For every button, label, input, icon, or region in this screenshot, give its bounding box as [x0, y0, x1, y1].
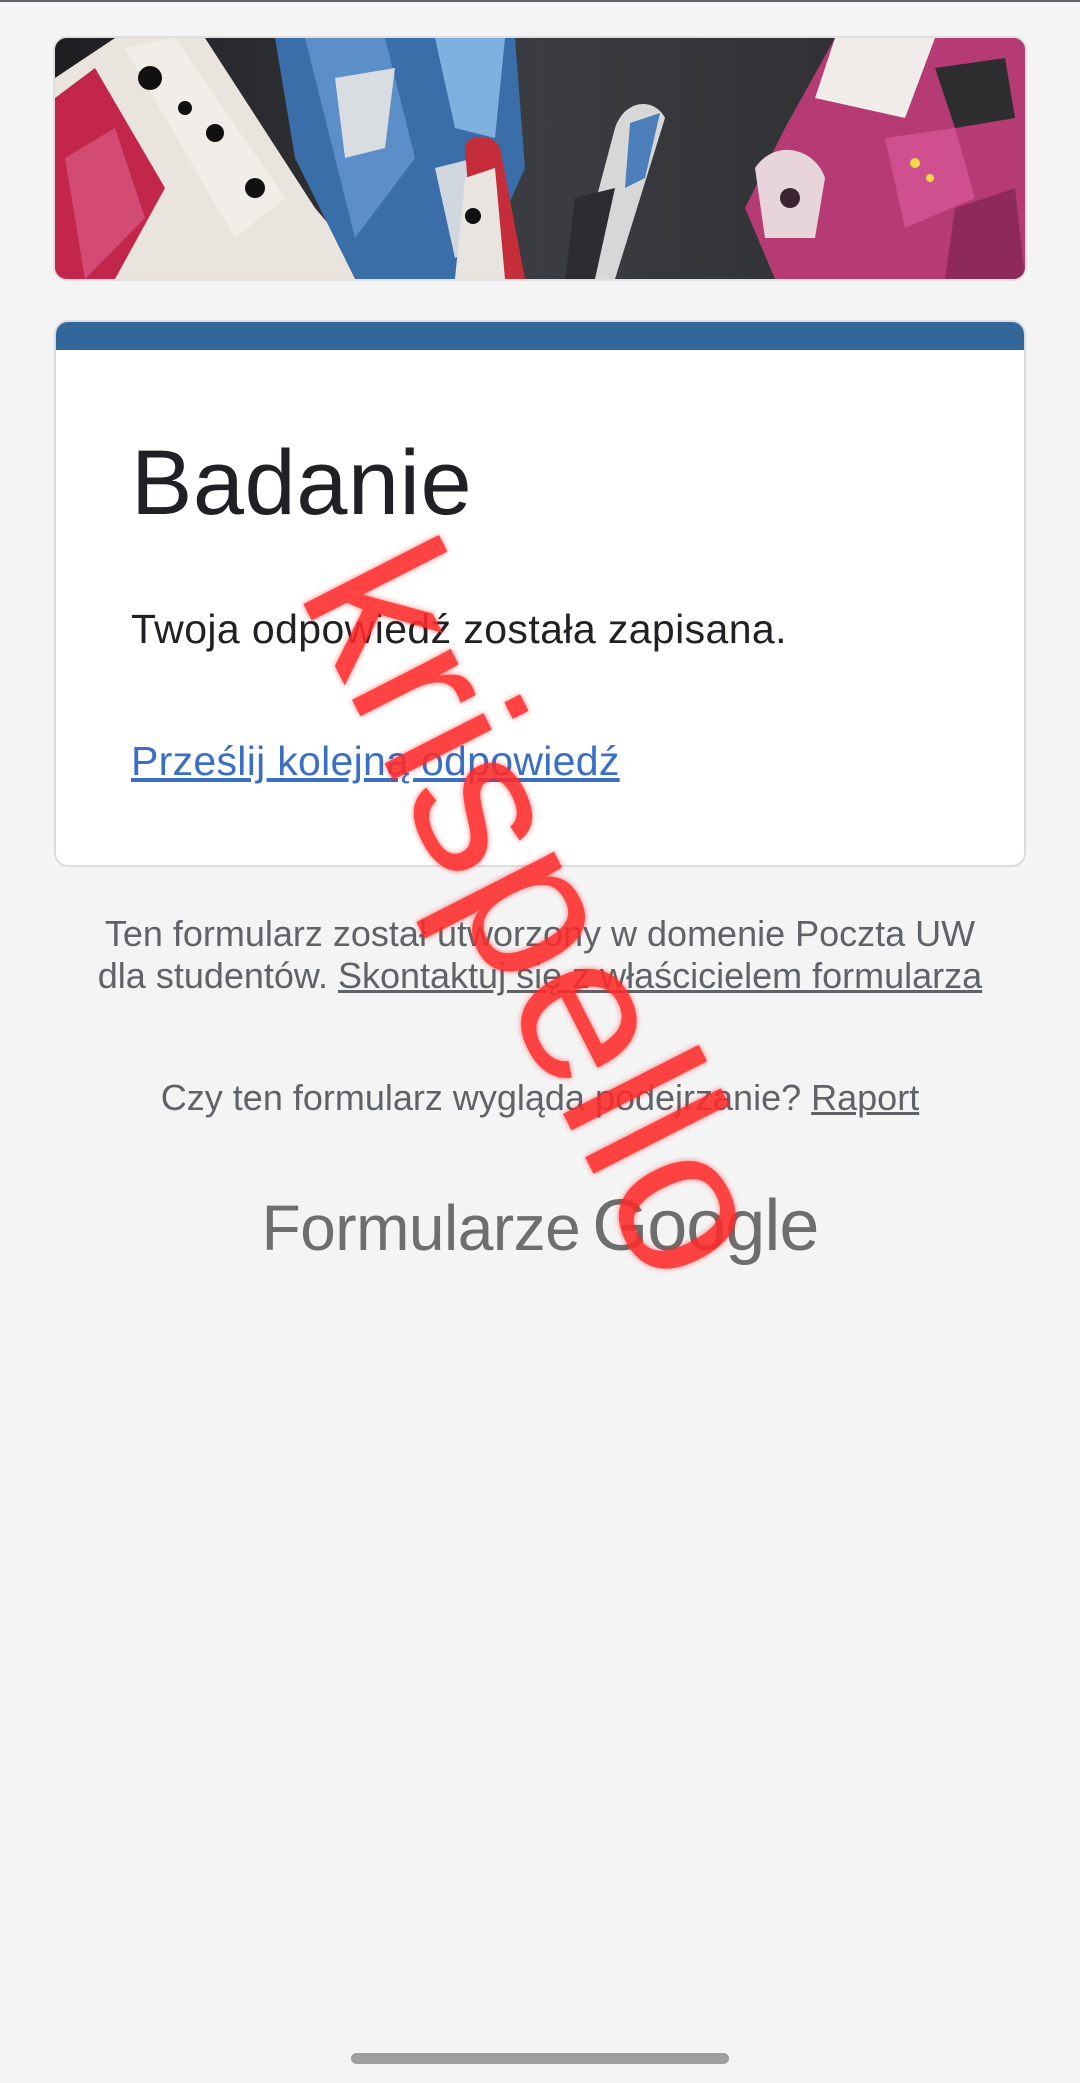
- domain-notice: Ten formularz został utworzony w domenie…: [90, 913, 990, 997]
- gesture-navigation-handle[interactable]: [351, 2053, 729, 2064]
- status-divider: [0, 0, 1080, 2]
- abuse-notice: Czy ten formularz wygląda podejrzanie? R…: [90, 1077, 990, 1119]
- google-forms-logo[interactable]: Formularze Google: [0, 1185, 1080, 1267]
- brand-google-text: Google: [592, 1186, 819, 1266]
- form-title: Badanie: [131, 432, 473, 534]
- header-banner-image: [53, 36, 1027, 281]
- abuse-question: Czy ten formularz wygląda podejrzanie?: [160, 1077, 802, 1118]
- contact-owner-link[interactable]: Skontaktuj się z właścicielem formularza: [338, 955, 982, 996]
- submit-another-response-link[interactable]: Prześlij kolejną odpowiedź: [131, 737, 620, 786]
- card-accent-bar: [56, 322, 1024, 350]
- brand-forms-text: Formularze: [261, 1192, 581, 1264]
- confirmation-card: Badanie Twoja odpowiedź została zapisana…: [54, 320, 1026, 867]
- report-link[interactable]: Raport: [811, 1077, 919, 1118]
- painted-hands-image: [55, 38, 1025, 279]
- confirmation-message: Twoja odpowiedź została zapisana.: [131, 606, 787, 652]
